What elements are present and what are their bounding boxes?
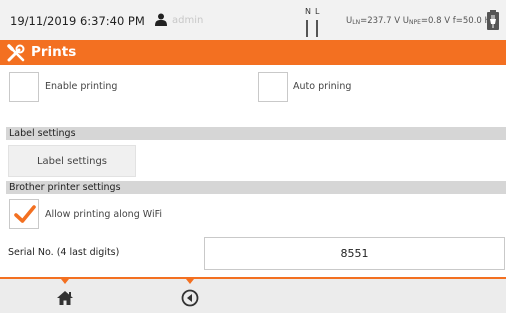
n-bar	[306, 20, 308, 37]
battery-plug-icon	[487, 10, 499, 30]
current-user: admin	[172, 15, 204, 26]
serial-number-value: 8551	[340, 247, 369, 260]
checkmark-icon	[14, 205, 36, 223]
l-label: L	[315, 7, 320, 16]
back-tab-marker	[186, 279, 194, 284]
label-settings-button-label: Label settings	[36, 155, 108, 167]
label-settings-button[interactable]: Label settings	[8, 145, 136, 177]
status-bar: 19/11/2019 6:37:40 PM admin N L ULN=237.…	[0, 0, 506, 40]
bottom-nav-bar	[0, 277, 506, 313]
back-icon[interactable]	[181, 289, 199, 307]
home-tab-marker	[61, 279, 69, 284]
measurement-readout: ULN=237.7 V UNPE=0.8 V f=50.0 Hz	[346, 16, 496, 26]
tools-icon	[7, 44, 25, 62]
auto-printing-label: Auto prining	[293, 81, 352, 92]
home-icon[interactable]	[56, 290, 74, 306]
label-settings-header: Label settings	[6, 127, 506, 140]
brother-printer-header: Brother printer settings	[6, 181, 506, 194]
enable-printing-checkbox[interactable]	[9, 72, 39, 102]
user-icon	[155, 13, 167, 26]
n-label: N	[305, 7, 311, 16]
enable-printing-label: Enable printing	[45, 81, 118, 92]
title-bar: Prints	[0, 40, 506, 65]
auto-printing-checkbox[interactable]	[258, 72, 288, 102]
serial-number-input[interactable]: 8551	[204, 237, 505, 270]
wifi-printing-checkbox[interactable]	[9, 199, 39, 229]
page-title: Prints	[31, 44, 77, 60]
serial-number-label: Serial No. (4 last digits)	[8, 247, 120, 258]
l-bar	[316, 20, 318, 37]
voltage-indicator: N L	[304, 7, 324, 37]
datetime-display: 19/11/2019 6:37:40 PM	[10, 14, 145, 28]
wifi-printing-label: Allow printing along WiFi	[45, 209, 162, 220]
